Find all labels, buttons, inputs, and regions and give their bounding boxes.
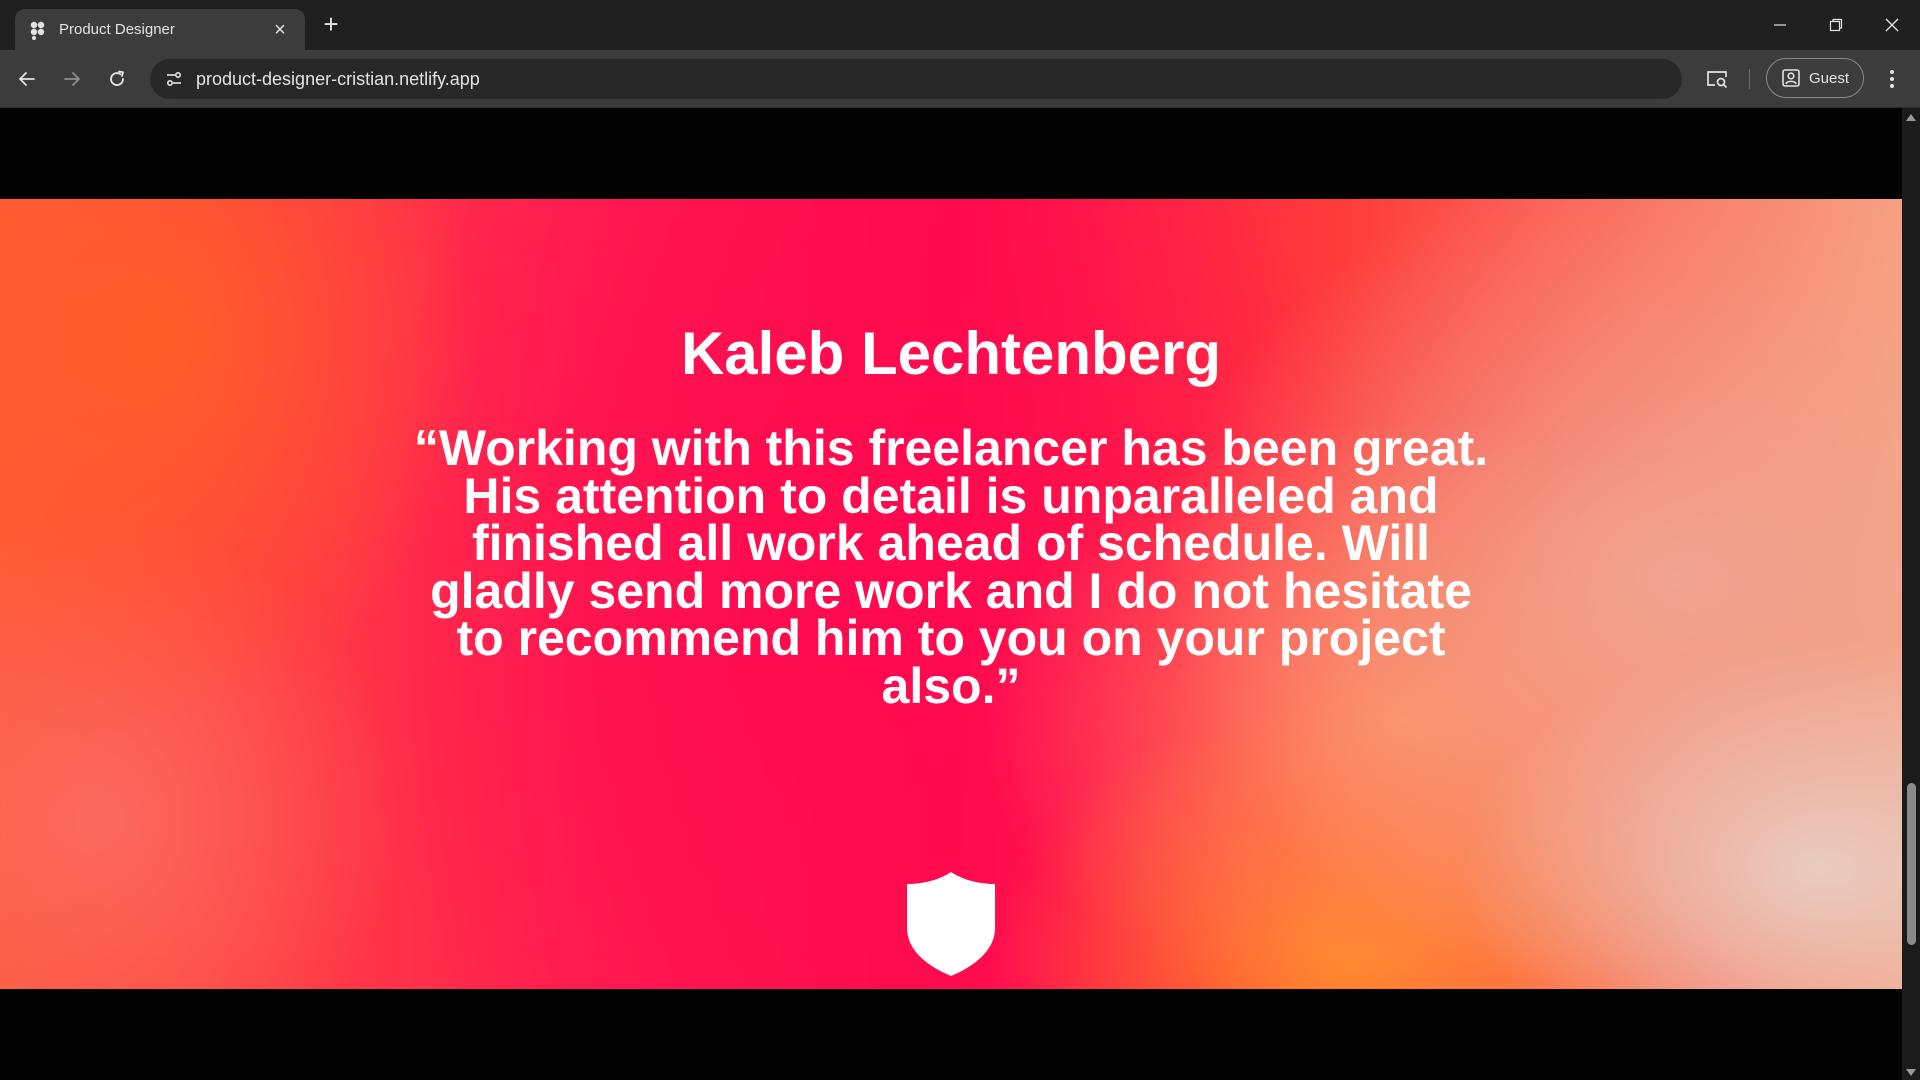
testimonial-author-name: Kaleb Lechtenberg — [680, 320, 1222, 387]
minimize-button[interactable] — [1752, 0, 1808, 50]
screen-search-icon — [1707, 71, 1728, 89]
page-viewport: Kaleb Lechtenberg “Working with this fre… — [0, 108, 1902, 1080]
browser-menu-button[interactable] — [1880, 64, 1904, 94]
tab-title: Product Designer — [59, 21, 175, 38]
scrollbar-thumb[interactable] — [1907, 783, 1916, 945]
new-tab-button[interactable]: + — [318, 11, 344, 38]
close-icon — [1885, 18, 1899, 32]
toolbar-divider — [1749, 69, 1750, 89]
tab-close-icon[interactable]: × — [269, 20, 291, 40]
browser-tab-active[interactable]: Product Designer × — [15, 9, 305, 50]
more-vertical-icon — [1890, 70, 1894, 88]
window-controls — [1752, 0, 1920, 50]
reload-icon — [110, 70, 124, 86]
url-text: product-designer-cristian.netlify.app — [196, 69, 480, 89]
forward-button[interactable] — [57, 64, 87, 94]
scroll-down-arrow-icon[interactable] — [1906, 1069, 1916, 1076]
minimize-icon — [1774, 24, 1786, 26]
reload-button[interactable] — [102, 64, 132, 94]
testimonial-section: Kaleb Lechtenberg “Working with this fre… — [0, 199, 1902, 989]
search-tab-button[interactable] — [1700, 64, 1734, 94]
restore-icon — [1829, 18, 1843, 32]
page-scrollbar[interactable] — [1902, 108, 1920, 1080]
restore-button[interactable] — [1808, 0, 1864, 50]
arrow-left-icon — [19, 72, 35, 86]
arrow-right-icon — [64, 72, 80, 86]
site-favicon-icon — [27, 19, 49, 41]
profile-label: Guest — [1808, 69, 1850, 87]
testimonial-quote: “Working with this freelancer has been g… — [413, 420, 1489, 714]
close-window-button[interactable] — [1864, 0, 1920, 50]
guest-profile-icon — [1782, 69, 1800, 87]
site-info-button[interactable] — [160, 65, 188, 93]
scroll-up-arrow-icon[interactable] — [1906, 114, 1916, 121]
profile-button[interactable]: Guest — [1766, 58, 1864, 98]
shield-icon — [907, 872, 995, 976]
browser-toolbar: product-designer-cristian.netlify.app Gu… — [0, 50, 1920, 108]
back-button[interactable] — [12, 64, 42, 94]
browser-tabstrip: Product Designer × + — [0, 0, 1920, 50]
address-bar[interactable]: product-designer-cristian.netlify.app — [150, 59, 1682, 99]
tune-icon — [166, 71, 182, 87]
